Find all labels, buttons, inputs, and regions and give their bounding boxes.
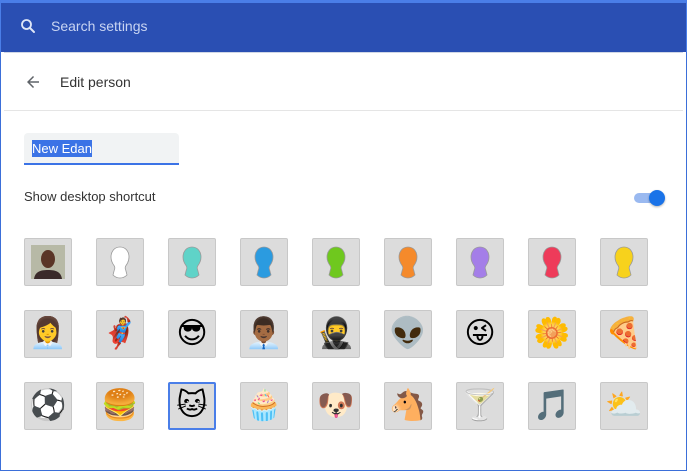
cat-avatar[interactable]: 🐱: [168, 382, 216, 430]
person-head-icon: [542, 246, 562, 279]
teal-head-avatar[interactable]: [168, 238, 216, 286]
businesswoman-icon: 👩‍💼: [29, 317, 67, 350]
cocktail-icon: 🍸: [461, 389, 499, 422]
sunglasses-woman-avatar[interactable]: 😎: [168, 310, 216, 358]
page-header: Edit person: [4, 53, 683, 111]
person-head-icon: [326, 246, 346, 279]
dog-icon: 🐶: [317, 389, 355, 422]
burger-icon: 🍔: [101, 389, 139, 422]
search-bar[interactable]: Search settings: [0, 0, 687, 52]
user-photo-icon: [31, 245, 65, 279]
horse-avatar[interactable]: 🐴: [384, 382, 432, 430]
desktop-shortcut-label: Show desktop shortcut: [24, 189, 156, 204]
flower-avatar[interactable]: 🌼: [528, 310, 576, 358]
sun-cloud-avatar[interactable]: ⛅: [600, 382, 648, 430]
desktop-shortcut-toggle[interactable]: [634, 190, 666, 206]
search-input[interactable]: Search settings: [51, 17, 148, 35]
person-name-field[interactable]: New Edan: [24, 133, 179, 165]
cupcake-icon: 🧁: [245, 389, 283, 422]
green-head-avatar[interactable]: [312, 238, 360, 286]
edit-person-panel: Edit person New Edan Show desktop shortc…: [4, 52, 683, 467]
soccer-ball-avatar[interactable]: ⚽: [24, 382, 72, 430]
toggle-knob: [649, 190, 665, 206]
person-name-value: New Edan: [32, 140, 92, 157]
businesswoman-avatar[interactable]: 👩‍💼: [24, 310, 72, 358]
pizza-icon: 🍕: [605, 317, 643, 350]
cocktail-avatar[interactable]: 🍸: [456, 382, 504, 430]
person-head-icon: [110, 246, 130, 279]
red-head-avatar[interactable]: [528, 238, 576, 286]
pizza-avatar[interactable]: 🍕: [600, 310, 648, 358]
white-head-avatar[interactable]: [96, 238, 144, 286]
dog-avatar[interactable]: 🐶: [312, 382, 360, 430]
sunglasses-woman-icon: 😎: [176, 317, 208, 350]
yellow-head-avatar[interactable]: [600, 238, 648, 286]
soccer-ball-icon: ⚽: [29, 389, 67, 422]
smiley-icon: 😜: [464, 317, 496, 350]
cupcake-avatar[interactable]: 🧁: [240, 382, 288, 430]
superhero-icon: 🦸: [101, 317, 139, 350]
orange-head-avatar[interactable]: [384, 238, 432, 286]
ninja-avatar[interactable]: 🥷: [312, 310, 360, 358]
horse-icon: 🐴: [389, 389, 427, 422]
businessman-avatar[interactable]: 👨🏾‍💼: [240, 310, 288, 358]
person-head-icon: [614, 246, 634, 279]
music-note-avatar[interactable]: 🎵: [528, 382, 576, 430]
blue-head-avatar[interactable]: [240, 238, 288, 286]
person-head-icon: [398, 246, 418, 279]
page-title: Edit person: [60, 74, 131, 90]
music-note-icon: 🎵: [533, 389, 571, 422]
search-icon: [21, 19, 35, 33]
person-head-icon: [182, 246, 202, 279]
alien-avatar[interactable]: 👽: [384, 310, 432, 358]
person-head-icon: [254, 246, 274, 279]
alien-icon: 👽: [389, 317, 427, 350]
sun-cloud-icon: ⛅: [605, 389, 643, 422]
ninja-icon: 🥷: [317, 317, 355, 350]
purple-head-avatar[interactable]: [456, 238, 504, 286]
flower-icon: 🌼: [533, 317, 571, 350]
person-head-icon: [470, 246, 490, 279]
cat-icon: 🐱: [176, 389, 208, 422]
photo-avatar[interactable]: [24, 238, 72, 286]
businessman-icon: 👨🏾‍💼: [245, 317, 283, 350]
smiley-avatar[interactable]: 😜: [456, 310, 504, 358]
superhero-avatar[interactable]: 🦸: [96, 310, 144, 358]
arrow-back-icon[interactable]: [24, 73, 42, 91]
burger-avatar[interactable]: 🍔: [96, 382, 144, 430]
